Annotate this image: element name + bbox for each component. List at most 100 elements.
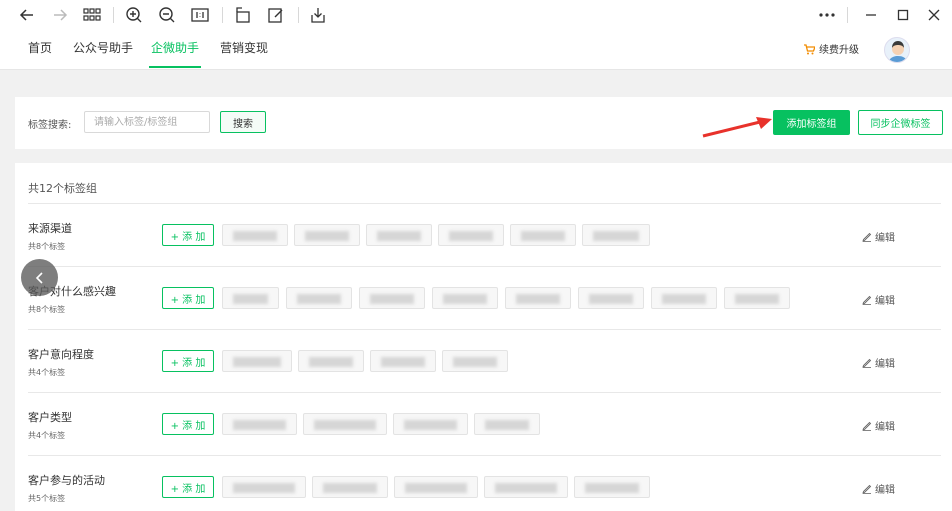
search-input[interactable]: [84, 111, 210, 133]
list-item: 客户参与的活动 共5个标签 + 添 加 编辑: [28, 456, 941, 511]
back-floating-button[interactable]: [21, 259, 58, 296]
list-item: 客户类型 共4个标签 + 添 加 编辑: [28, 393, 941, 456]
download-icon[interactable]: [308, 5, 328, 25]
edit-group-button[interactable]: 编辑: [862, 355, 895, 370]
tag[interactable]: [359, 287, 425, 309]
tab-wecom-assistant[interactable]: 企微助手: [149, 40, 202, 68]
edit-group-button[interactable]: 编辑: [862, 418, 895, 433]
add-tag-button[interactable]: + 添 加: [162, 224, 214, 246]
tag[interactable]: [303, 413, 387, 435]
tag[interactable]: [578, 287, 644, 309]
chevron-left-icon: [35, 271, 43, 284]
tab-official-account-assistant[interactable]: 公众号助手: [71, 40, 135, 68]
tag[interactable]: [432, 287, 498, 309]
top-bar: 首页 公众号助手 企微助手 营销变现 续费升级: [0, 0, 952, 70]
edit-label: 编辑: [875, 233, 895, 244]
add-tag-button[interactable]: + 添 加: [162, 350, 214, 372]
pencil-icon: [862, 484, 872, 494]
search-panel: 标签搜索: 搜索 添加标签组 同步企微标签: [15, 97, 952, 149]
tag[interactable]: [366, 224, 432, 246]
maximize-icon[interactable]: [893, 5, 913, 25]
tag[interactable]: [370, 350, 436, 372]
group-tag-count: 共8个标签: [28, 305, 66, 314]
edit-group-button[interactable]: 编辑: [862, 481, 895, 496]
list-item: 客户对什么感兴趣 共8个标签 + 添 加 编辑: [28, 267, 941, 330]
list-item: 来源渠道 共8个标签 + 添 加 编辑: [28, 204, 941, 267]
minimize-icon[interactable]: [861, 5, 881, 25]
close-icon[interactable]: [924, 5, 944, 25]
tag-list: [222, 476, 650, 498]
tag[interactable]: [222, 287, 279, 309]
tag[interactable]: [651, 287, 717, 309]
tag-list: [222, 350, 508, 372]
tag-group-list: 共12个标签组 来源渠道 共8个标签 + 添 加 编辑 客户对什么感兴趣 共8个…: [15, 163, 952, 511]
tag[interactable]: [312, 476, 388, 498]
search-label: 标签搜索:: [28, 120, 72, 131]
edit-group-button[interactable]: 编辑: [862, 229, 895, 244]
tag-list: [222, 413, 540, 435]
apps-grid-icon[interactable]: [82, 5, 102, 25]
tab-marketing[interactable]: 营销变现: [218, 40, 270, 68]
edit-label: 编辑: [875, 296, 895, 307]
toolbar-divider: [113, 7, 114, 23]
add-tag-button[interactable]: + 添 加: [162, 413, 214, 435]
toolbar-divider: [222, 7, 223, 23]
search-button[interactable]: 搜索: [220, 111, 266, 133]
edit-label: 编辑: [875, 485, 895, 496]
group-name: 客户参与的活动: [28, 474, 105, 487]
tag[interactable]: [505, 287, 571, 309]
avatar[interactable]: [884, 37, 910, 63]
list-item: 客户意向程度 共4个标签 + 添 加 编辑: [28, 330, 941, 393]
tag[interactable]: [393, 413, 468, 435]
pencil-icon: [862, 295, 872, 305]
tab-home[interactable]: 首页: [26, 40, 54, 68]
edit-group-button[interactable]: 编辑: [862, 292, 895, 307]
group-name: 来源渠道: [28, 222, 72, 235]
group-count: 共12个标签组: [28, 182, 97, 195]
tag[interactable]: [222, 476, 306, 498]
tag[interactable]: [474, 413, 540, 435]
group-tag-count: 共4个标签: [28, 368, 66, 377]
toolbar-divider: [847, 7, 848, 23]
group-tag-count: 共8个标签: [28, 242, 66, 251]
zoom-in-icon[interactable]: [124, 5, 144, 25]
tag[interactable]: [286, 287, 352, 309]
tag[interactable]: [574, 476, 650, 498]
tag[interactable]: [298, 350, 364, 372]
edit-icon[interactable]: [266, 5, 286, 25]
rotate-icon[interactable]: [233, 5, 253, 25]
add-tag-button[interactable]: + 添 加: [162, 476, 214, 498]
renew-upgrade-link[interactable]: 续费升级: [803, 41, 859, 56]
toolbar-divider: [298, 7, 299, 23]
tag[interactable]: [582, 224, 650, 246]
tag[interactable]: [510, 224, 576, 246]
add-tag-group-button[interactable]: 添加标签组: [773, 110, 850, 135]
pencil-icon: [862, 358, 872, 368]
actual-size-icon[interactable]: [190, 5, 210, 25]
tag-list: [222, 224, 650, 246]
tag[interactable]: [222, 413, 297, 435]
tag[interactable]: [222, 224, 288, 246]
edit-label: 编辑: [875, 422, 895, 433]
tag[interactable]: [394, 476, 478, 498]
group-name: 客户类型: [28, 411, 72, 424]
browser-toolbar: [0, 0, 952, 30]
back-icon[interactable]: [17, 5, 37, 25]
tag[interactable]: [222, 350, 292, 372]
sync-wecom-tags-button[interactable]: 同步企微标签: [858, 110, 943, 135]
cart-icon: [804, 43, 815, 54]
forward-icon[interactable]: [50, 5, 70, 25]
add-tag-button[interactable]: + 添 加: [162, 287, 214, 309]
group-tag-count: 共5个标签: [28, 494, 66, 503]
zoom-out-icon[interactable]: [157, 5, 177, 25]
tag[interactable]: [438, 224, 504, 246]
edit-label: 编辑: [875, 359, 895, 370]
tag[interactable]: [294, 224, 360, 246]
pencil-icon: [862, 232, 872, 242]
pencil-icon: [862, 421, 872, 431]
renew-label: 续费升级: [819, 45, 859, 56]
tag[interactable]: [442, 350, 508, 372]
tag[interactable]: [484, 476, 568, 498]
tag[interactable]: [724, 287, 790, 309]
more-icon[interactable]: [817, 5, 837, 25]
